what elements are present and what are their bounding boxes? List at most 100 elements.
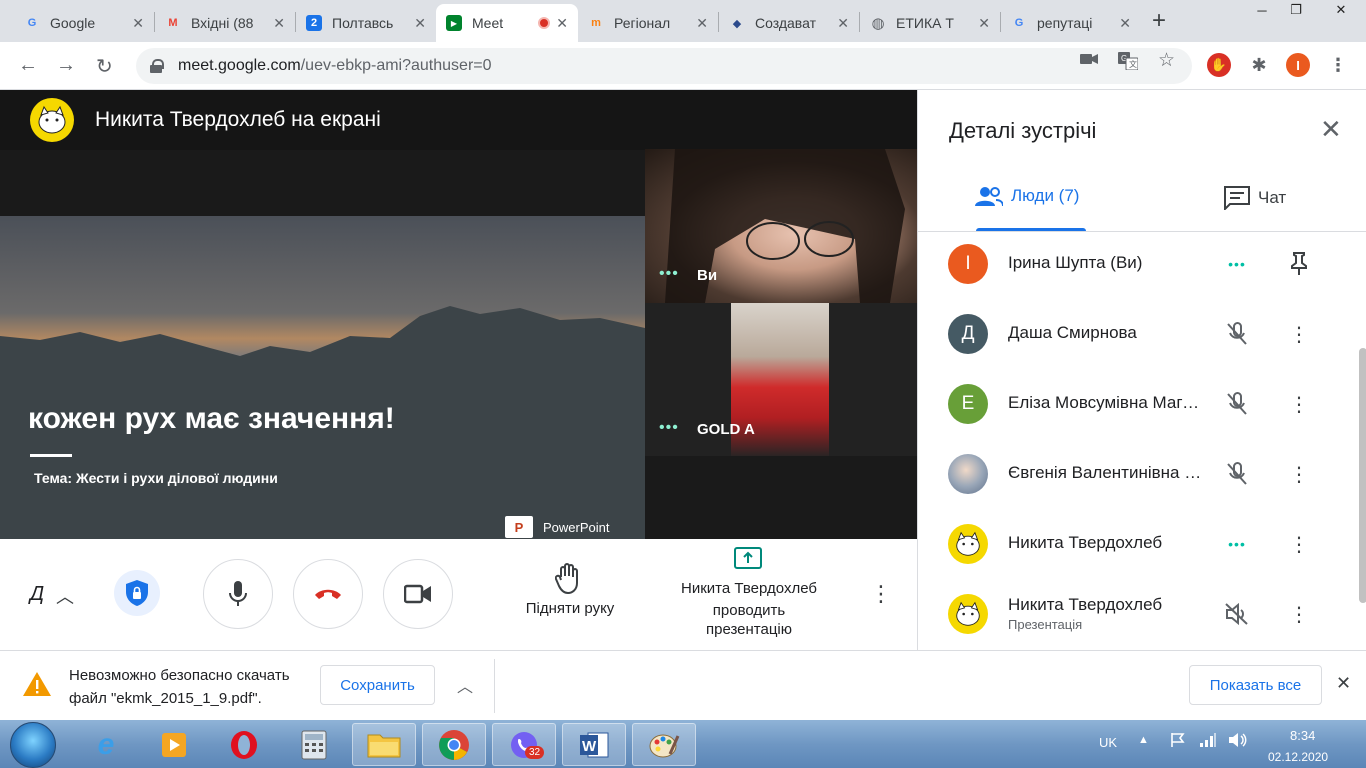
presenter-avatar xyxy=(30,98,74,142)
participant-menu-icon[interactable]: ⋮ xyxy=(1286,391,1312,417)
camera-button[interactable] xyxy=(383,559,453,629)
host-controls-shield-icon[interactable] xyxy=(114,570,160,616)
tab-creating[interactable]: ◆ Создават ✕ xyxy=(719,4,859,42)
raise-hand-button[interactable]: Підняти руку xyxy=(510,600,630,617)
close-download-bar-icon[interactable]: ✕ xyxy=(1336,673,1351,694)
close-tab-icon[interactable]: ✕ xyxy=(837,15,849,32)
chevron-up-icon[interactable]: ︿ xyxy=(56,583,74,609)
browser-toolbar: ← → ↻ meet.google.com/uev-ebkp-ami?authu… xyxy=(0,42,1366,90)
close-tab-icon[interactable]: ✕ xyxy=(132,15,144,32)
file-explorer-icon[interactable] xyxy=(352,723,416,766)
microphone-icon xyxy=(229,581,247,606)
tab-meet-active[interactable]: ▶ Meet ✕ xyxy=(436,4,578,42)
avatar xyxy=(948,594,988,634)
close-tab-icon[interactable]: ✕ xyxy=(978,15,990,32)
bookmark-star-icon[interactable]: ☆ xyxy=(1158,49,1175,72)
new-tab-button[interactable]: + xyxy=(1152,7,1166,35)
calculator-icon[interactable] xyxy=(282,723,346,766)
tab-reputation[interactable]: G репутаці ✕ xyxy=(1001,4,1141,42)
mic-off-icon xyxy=(1224,321,1250,347)
action-center-flag-icon[interactable] xyxy=(1170,732,1186,751)
network-icon[interactable] xyxy=(1199,732,1217,751)
powerpoint-badge: P PowerPoint xyxy=(505,516,609,538)
participant-row[interactable]: Євгенія Валентинівна Гончаренко ⋮ xyxy=(918,439,1358,509)
volume-icon[interactable] xyxy=(1228,732,1248,751)
participant-row[interactable]: Никита Твердохлеб Презентація ⋮ xyxy=(918,579,1358,649)
windows-taskbar: e 32 W UK ▲ 8:34 02.12.2020 xyxy=(0,720,1366,768)
forward-button[interactable]: → xyxy=(56,54,76,77)
reload-button[interactable]: ↻ xyxy=(96,54,113,79)
participant-row[interactable]: Д Даша Смирнова ⋮ xyxy=(918,299,1358,369)
tab-calendar[interactable]: 2 Полтавсь ✕ xyxy=(296,4,436,42)
chevron-up-icon[interactable]: ︿ xyxy=(457,673,473,697)
participant-tile-gold[interactable]: ••• GOLD A xyxy=(645,303,917,456)
tab-google[interactable]: G Google ✕ xyxy=(14,4,154,42)
slide-title: кожен рух має значення! xyxy=(28,402,395,435)
pin-icon[interactable] xyxy=(1286,251,1312,277)
raise-hand-icon[interactable] xyxy=(554,563,583,600)
tab-people[interactable]: Люди (7) xyxy=(975,186,1079,206)
start-button[interactable] xyxy=(10,722,56,768)
extensions-puzzle-icon[interactable]: ✱ xyxy=(1247,53,1271,77)
participant-tile-self[interactable]: ••• Ви xyxy=(645,149,917,303)
save-button[interactable]: Сохранить xyxy=(320,665,435,705)
presentation-slide[interactable]: кожен рух має значення! Тема: Жести і ру… xyxy=(0,216,645,539)
media-player-icon[interactable] xyxy=(142,723,206,766)
present-now-icon[interactable] xyxy=(734,547,762,576)
tab-chat[interactable]: Чат xyxy=(1224,186,1286,210)
presenting-status-line1: проводить xyxy=(712,602,786,619)
viber-icon[interactable]: 32 xyxy=(492,723,556,766)
close-tab-icon[interactable]: ✕ xyxy=(696,15,708,32)
address-bar[interactable]: meet.google.com/uev-ebkp-ami?authuser=0 xyxy=(136,48,1192,84)
clock-date[interactable]: 02.12.2020 xyxy=(1268,750,1328,764)
word-icon[interactable]: W xyxy=(562,723,626,766)
close-tab-icon[interactable]: ✕ xyxy=(1119,15,1131,32)
clock-time[interactable]: 8:34 xyxy=(1290,728,1315,743)
show-all-downloads-button[interactable]: Показать все xyxy=(1189,665,1322,705)
chat-icon xyxy=(1224,186,1250,210)
tab-gmail[interactable]: M Вхідні (88 ✕ xyxy=(155,4,295,42)
panel-scrollbar[interactable] xyxy=(1359,348,1366,603)
meet-stage: Никита Твердохлеб на екрані кожен рух ма… xyxy=(0,90,917,539)
opera-icon[interactable] xyxy=(212,723,276,766)
end-call-button[interactable] xyxy=(293,559,363,629)
adblock-extension-icon[interactable]: ✋ xyxy=(1207,53,1231,77)
participant-menu-icon[interactable]: ⋮ xyxy=(1286,531,1312,557)
tile-name: Ви xyxy=(697,267,718,284)
google-icon: G xyxy=(1014,17,1024,29)
participant-menu-icon[interactable]: ⋮ xyxy=(1286,461,1312,487)
translate-icon[interactable]: G文 xyxy=(1118,52,1139,74)
close-window-button[interactable]: ✕ xyxy=(1316,0,1366,20)
microphone-button[interactable] xyxy=(203,559,273,629)
internet-explorer-icon[interactable]: e xyxy=(74,723,138,766)
lock-icon[interactable] xyxy=(150,59,164,73)
tab-moodle[interactable]: m Регіонал ✕ xyxy=(578,4,718,42)
back-button[interactable]: ← xyxy=(18,54,38,77)
meeting-title-truncated[interactable]: Д xyxy=(30,583,44,606)
profile-avatar[interactable]: I xyxy=(1286,53,1310,77)
chrome-menu-icon[interactable]: ⋮ xyxy=(1326,53,1350,77)
avatar xyxy=(948,524,988,564)
camera-in-use-icon[interactable] xyxy=(1080,52,1098,70)
more-options-icon[interactable]: ⋮ xyxy=(870,581,892,607)
close-tab-icon[interactable]: ✕ xyxy=(556,15,568,32)
restore-button[interactable]: ❐ xyxy=(1276,0,1316,20)
participant-row[interactable]: І Ірина Шупта (Ви) ••• xyxy=(918,229,1358,299)
cat-avatar-icon xyxy=(956,601,980,626)
close-tab-icon[interactable]: ✕ xyxy=(273,15,285,32)
participant-row[interactable]: Е Еліза Мовсумівна Магеррамова ⋮ xyxy=(918,369,1358,439)
paint-icon[interactable] xyxy=(632,723,696,766)
chrome-icon[interactable] xyxy=(422,723,486,766)
browser-tab-strip: G Google ✕ M Вхідні (88 ✕ 2 Полтавсь ✕ ▶… xyxy=(0,0,1366,42)
avatar xyxy=(948,454,988,494)
show-hidden-icons[interactable]: ▲ xyxy=(1138,734,1149,746)
participant-row[interactable]: Никита Твердохлеб ••• ⋮ xyxy=(918,509,1358,579)
close-tab-icon[interactable]: ✕ xyxy=(414,15,426,32)
participant-menu-icon[interactable]: ⋮ xyxy=(1286,321,1312,347)
close-panel-icon[interactable]: ✕ xyxy=(1320,114,1342,145)
participant-menu-icon[interactable]: ⋮ xyxy=(1286,601,1312,627)
avatar: Д xyxy=(948,314,988,354)
meet-icon: ▶ xyxy=(446,15,462,31)
tab-ethics[interactable]: ◍ ЕТИКА Т ✕ xyxy=(860,4,1000,42)
language-indicator[interactable]: UK xyxy=(1099,735,1117,750)
